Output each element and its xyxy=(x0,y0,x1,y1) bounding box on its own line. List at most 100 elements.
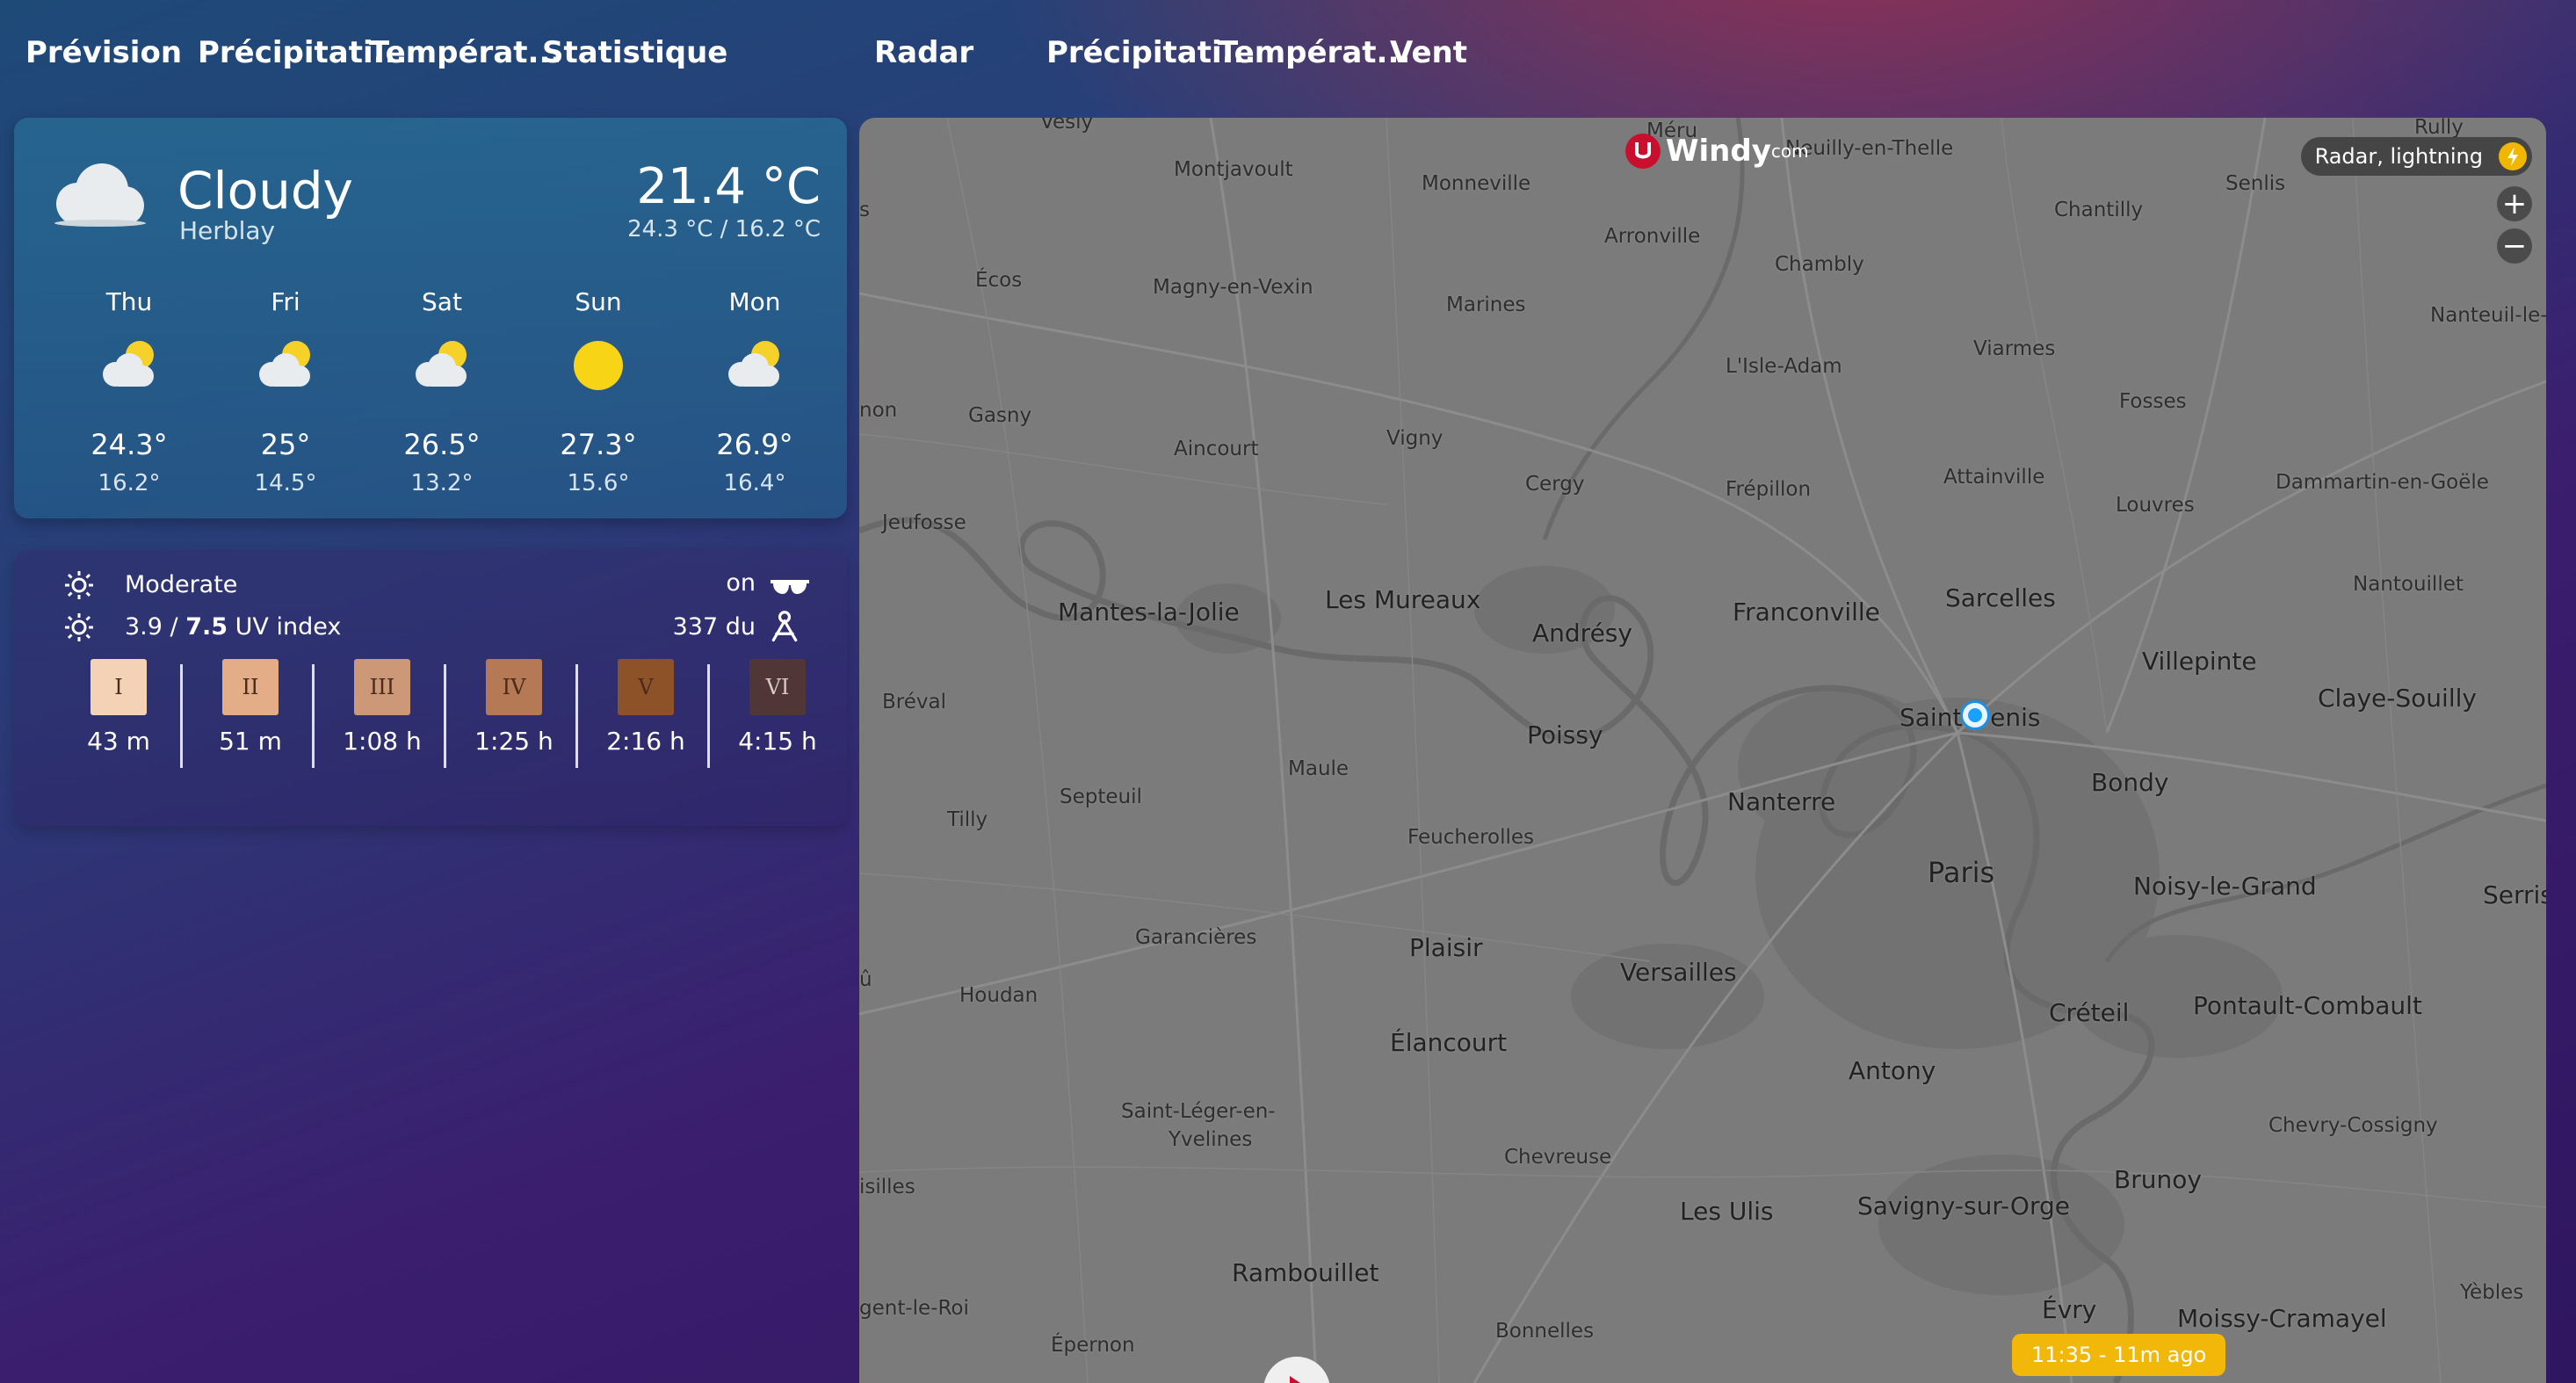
partly-cloudy-icon xyxy=(416,341,467,387)
day-high: 24.3° xyxy=(90,428,168,461)
map-place-label: Chantilly xyxy=(2054,199,2144,221)
current-temperature: 21.4 °C xyxy=(636,158,821,215)
day-name: Sun xyxy=(575,287,622,316)
map-place-label: Moissy-Cramayel xyxy=(2177,1304,2387,1333)
map-background xyxy=(859,118,2546,1383)
forecast-card[interactable]: Cloudy Herblay 21.4 °C 24.3 °C / 16.2 °C… xyxy=(14,118,847,518)
layer-selector[interactable]: Radar, lightning xyxy=(2300,137,2532,176)
day-high: 26.9° xyxy=(716,428,793,461)
day-name: Thu xyxy=(105,287,153,316)
map-place-label: Les Ulis xyxy=(1680,1197,1774,1226)
map-place-label: Chevry-Cossigny xyxy=(2268,1114,2438,1137)
uv-index-label: UV index xyxy=(228,613,342,641)
radar-timestamp[interactable]: 11:35 - 11m ago xyxy=(2012,1334,2226,1376)
tab-vent[interactable]: Vent xyxy=(1390,33,1467,72)
map-place-label: Pontault-Combault xyxy=(2193,991,2422,1020)
map-place-label: Franconville xyxy=(1733,597,1880,626)
map-place-label: Nanterre xyxy=(1727,787,1836,816)
zoom-in-button[interactable]: + xyxy=(2497,186,2532,221)
map-place-label: Senlis xyxy=(2225,172,2286,195)
map-place-label: Brunoy xyxy=(2114,1165,2202,1194)
skin-type-table: I 43 m II 51 m III 1:08 h IV 1:25 h V 2:… xyxy=(53,659,826,782)
compass-icon xyxy=(771,611,798,642)
map-place-label: Poissy xyxy=(1527,720,1603,749)
map-place-label: Vesly xyxy=(1040,118,1094,134)
skin-type-swatch: IV xyxy=(486,659,542,715)
uv-card[interactable]: Moderate 3.9 / 7.5 UV index on 337 du I … xyxy=(14,550,847,826)
map-place-label: Plaisir xyxy=(1409,933,1483,962)
map-place-label: Villepinte xyxy=(2142,647,2257,676)
map-place-label: Yèbles xyxy=(2460,1281,2524,1304)
map-place-label: Gasny xyxy=(968,404,1032,427)
tab-prevision[interactable]: Prévision xyxy=(25,33,182,72)
map-place-label: Attainville xyxy=(1943,466,2045,489)
map-place-label: Saint-Léger-en- xyxy=(1121,1100,1276,1123)
divider xyxy=(312,664,315,768)
current-location: Herblay xyxy=(179,216,276,245)
map-place-label: Neuilly-en-Thelle xyxy=(1785,137,1954,160)
day-high: 27.3° xyxy=(560,428,637,461)
map-place-label: Élancourt xyxy=(1390,1028,1508,1057)
map-place-label: Créteil xyxy=(2049,998,2130,1027)
skin-type-item: I 43 m xyxy=(53,659,185,757)
map-place-label: Yvelines xyxy=(1169,1128,1253,1151)
map-place-label: Noisy-le-Grand xyxy=(2133,872,2317,901)
forecast-day[interactable]: Mon 26.9° 16.4° xyxy=(689,286,821,497)
play-button[interactable] xyxy=(1263,1357,1330,1383)
map-place-label: Aincourt xyxy=(1174,438,1259,460)
map-place-label: Septeuil xyxy=(1060,786,1142,808)
direction-label: 337 du xyxy=(672,613,756,641)
skin-type-swatch: II xyxy=(222,659,279,715)
map-place-label: Arronville xyxy=(1604,225,1701,248)
skin-type-item: V 2:16 h xyxy=(580,659,712,757)
skin-type-time: 2:16 h xyxy=(606,727,685,756)
daily-forecast: Thu 24.3° 16.2° Fri 25° 14.5° Sat 26.5° xyxy=(49,286,831,506)
direction-row: 337 du xyxy=(601,610,812,648)
map-place-label: Frépillon xyxy=(1726,478,1812,501)
map-place-label: Marines xyxy=(1446,293,1526,316)
map-place-label: Versailles xyxy=(1620,958,1737,987)
skin-type-swatch: V xyxy=(618,659,674,715)
uv-level: Moderate xyxy=(125,571,238,598)
location-marker[interactable] xyxy=(1963,703,1987,728)
windy-logo-icon xyxy=(1625,134,1661,169)
windy-logo[interactable]: Windycom xyxy=(1625,134,1809,183)
tab-temperature[interactable]: Températ... xyxy=(369,33,561,72)
day-name: Sat xyxy=(422,287,462,316)
map-place-label: Dammartin-en-Goële xyxy=(2276,471,2489,494)
map-place-label: Houdan xyxy=(959,984,1038,1007)
windy-logo-text: Windy xyxy=(1666,134,1771,169)
forecast-day[interactable]: Fri 25° 14.5° xyxy=(220,286,351,497)
map-place-label: Chevreuse xyxy=(1504,1146,1612,1169)
day-name: Fri xyxy=(271,287,300,316)
map-place-label: Serris xyxy=(2483,880,2546,909)
skin-type-time: 43 m xyxy=(87,727,150,756)
map-place-label: Écos xyxy=(975,269,1023,292)
forecast-day[interactable]: Sun 27.3° 15.6° xyxy=(532,286,664,497)
current-condition: Cloudy xyxy=(177,161,353,221)
play-icon xyxy=(1290,1376,1300,1383)
partly-cloudy-icon xyxy=(259,341,310,387)
map-place-label: Rully xyxy=(2414,118,2464,139)
forecast-day[interactable]: Sat 26.5° 13.2° xyxy=(376,286,508,497)
uv-level-row: Moderate xyxy=(63,569,415,601)
divider xyxy=(707,664,710,768)
map-place-label: s xyxy=(859,199,870,221)
tab-radar[interactable]: Radar xyxy=(874,33,973,72)
forecast-day[interactable]: Thu 24.3° 16.2° xyxy=(63,286,195,497)
map-place-label: Savigny-sur-Orge xyxy=(1857,1191,2070,1220)
uv-index-separator: / xyxy=(162,613,186,641)
day-low: 13.2° xyxy=(410,470,474,496)
map-place-label: Antony xyxy=(1849,1056,1936,1085)
lightning-icon xyxy=(2499,142,2527,170)
skin-type-time: 1:08 h xyxy=(343,727,422,756)
layer-label: Radar, lightning xyxy=(2314,144,2483,169)
tab-statistique[interactable]: Statistique xyxy=(542,33,727,72)
day-low: 14.5° xyxy=(254,470,317,496)
tab-map-temperature[interactable]: Températ... xyxy=(1218,33,1410,72)
zoom-out-button[interactable]: − xyxy=(2497,228,2532,264)
map-place-label: non xyxy=(859,399,898,422)
map-place-label: Nanteuil-le- xyxy=(2430,304,2546,327)
radar-map[interactable]: Vesly Montjavoult Monneville Méru Neuill… xyxy=(859,118,2546,1383)
partly-cloudy-icon xyxy=(728,341,779,387)
